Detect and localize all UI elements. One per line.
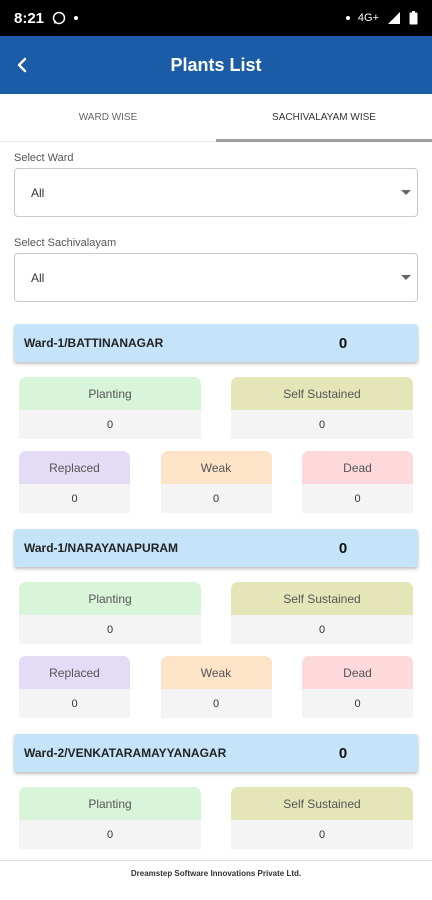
stat-label: Weak — [160, 656, 272, 689]
stat-label: Planting — [19, 582, 201, 615]
stat-planting: Planting 0 — [19, 787, 201, 849]
stat-self-sustained: Self Sustained 0 — [231, 582, 413, 644]
stat-value: 0 — [231, 410, 413, 439]
stat-weak: Weak 0 — [160, 656, 272, 718]
stat-label: Dead — [302, 656, 413, 689]
ward-header[interactable]: Ward-1/BATTINANAGAR 0 — [14, 324, 418, 362]
ward-name: Ward-2/VENKATARAMAYYANAGAR — [24, 746, 227, 760]
select-sachivalayam-label: Select Sachivalayam — [14, 237, 117, 249]
whatsapp-icon — [52, 11, 66, 25]
app-bar: Plants List — [0, 36, 432, 94]
stat-self-sustained: Self Sustained 0 — [231, 787, 413, 849]
navigation-bar — [0, 886, 432, 900]
stat-value: 0 — [160, 689, 272, 718]
stat-value: 0 — [19, 689, 130, 718]
tab-ward-wise[interactable]: WARD WISE — [0, 94, 216, 141]
back-arrow-icon — [17, 57, 27, 73]
footer-text: Dreamstep Software Innovations Private L… — [130, 869, 302, 878]
stat-planting: Planting 0 — [19, 582, 201, 644]
stat-value: 0 — [231, 820, 413, 849]
stat-value: 0 — [19, 484, 130, 513]
select-ward-value: All — [31, 185, 45, 200]
dropdown-arrow-icon — [401, 274, 411, 280]
ward-card: Ward-1/NARAYANAPURAM 0 Planting 0 Self S… — [14, 529, 418, 718]
notification-dot-icon — [74, 16, 79, 20]
stat-label: Replaced — [19, 656, 130, 689]
select-ward-dropdown[interactable]: All — [14, 168, 418, 217]
select-sachivalayam-dropdown[interactable]: All — [14, 253, 418, 302]
ward-header[interactable]: Ward-2/VENKATARAMAYYANAGAR 0 — [14, 734, 418, 772]
stat-value: 0 — [231, 615, 413, 644]
ward-total: 0 — [338, 334, 348, 352]
back-button[interactable] — [0, 36, 44, 94]
stat-label: Self Sustained — [231, 787, 413, 820]
tab-label: SACHIVALAYAM WISE — [272, 112, 376, 123]
stat-value: 0 — [19, 820, 201, 849]
ward-card: Ward-1/BATTINANAGAR 0 Planting 0 Self Su… — [14, 324, 418, 513]
stat-label: Dead — [302, 451, 413, 484]
stat-value: 0 — [302, 484, 413, 513]
stat-dead: Dead 0 — [302, 451, 413, 513]
stat-label: Weak — [160, 451, 272, 484]
battery-icon — [409, 11, 418, 25]
stat-label: Planting — [19, 377, 201, 410]
status-bar: 8:21 4G+ — [0, 0, 432, 36]
dropdown-arrow-icon — [401, 189, 411, 195]
select-ward-label: Select Ward — [14, 152, 74, 164]
status-time: 8:21 — [14, 9, 45, 27]
page-title: Plants List — [170, 54, 262, 75]
ward-card: Ward-2/VENKATARAMAYYANAGAR 0 Planting 0 … — [14, 734, 418, 849]
network-type: 4G+ — [357, 12, 379, 24]
tab-bar: WARD WISE SACHIVALAYAM WISE — [0, 94, 432, 142]
stat-label: Self Sustained — [231, 377, 413, 410]
ward-name: Ward-1/NARAYANAPURAM — [24, 541, 179, 555]
tab-label: WARD WISE — [78, 112, 138, 123]
stat-replaced: Replaced 0 — [19, 451, 130, 513]
main-content: Select Ward All Select Sachivalayam All … — [0, 152, 432, 849]
ward-header[interactable]: Ward-1/NARAYANAPURAM 0 — [14, 529, 418, 567]
ward-total: 0 — [338, 539, 348, 557]
stat-label: Self Sustained — [231, 582, 413, 615]
stat-dead: Dead 0 — [302, 656, 413, 718]
stat-weak: Weak 0 — [160, 451, 272, 513]
stat-self-sustained: Self Sustained 0 — [231, 377, 413, 439]
stat-label: Planting — [19, 787, 201, 820]
stat-value: 0 — [302, 689, 413, 718]
stat-planting: Planting 0 — [19, 377, 201, 439]
stat-label: Replaced — [19, 451, 130, 484]
footer: Dreamstep Software Innovations Private L… — [0, 860, 432, 886]
stat-value: 0 — [160, 484, 272, 513]
stat-value: 0 — [19, 615, 201, 644]
tab-sachivalayam-wise[interactable]: SACHIVALAYAM WISE — [216, 94, 432, 142]
ward-name: Ward-1/BATTINANAGAR — [24, 336, 164, 350]
signal-icon — [388, 12, 400, 24]
status-dot-icon — [345, 16, 350, 20]
select-sachivalayam-value: All — [31, 270, 45, 285]
ward-total: 0 — [338, 744, 348, 762]
stat-value: 0 — [19, 410, 201, 439]
stat-replaced: Replaced 0 — [19, 656, 130, 718]
